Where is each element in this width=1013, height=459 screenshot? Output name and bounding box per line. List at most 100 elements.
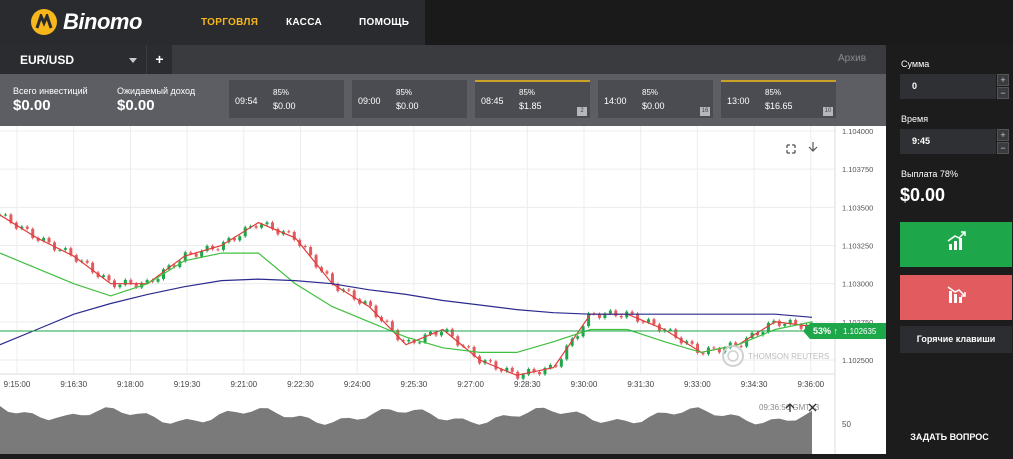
moving-average-line: [0, 214, 813, 376]
amount-decrement-button[interactable]: −: [997, 87, 1009, 99]
deal-amount: $16.65: [765, 101, 793, 111]
call-up-button[interactable]: [900, 222, 1012, 267]
deal-amount: $0.00: [642, 101, 665, 111]
deal-card[interactable]: 13:00 85% $16.65 10: [721, 80, 836, 118]
candle-body: [216, 249, 220, 251]
candle-body: [608, 310, 612, 314]
oscillator-area: [0, 406, 812, 454]
candle-body: [129, 279, 133, 284]
candle-body: [712, 347, 716, 349]
x-tick-label: 9:25:30: [401, 380, 428, 389]
download-icon[interactable]: [808, 142, 818, 152]
candle-body: [450, 329, 454, 337]
deal-card[interactable]: 08:45 85% $1.85 2: [475, 80, 590, 118]
candle-body: [576, 336, 580, 339]
time-input[interactable]: 9:45: [900, 129, 996, 154]
x-tick-label: 9:28:30: [514, 380, 541, 389]
candle-body: [423, 334, 427, 343]
current-price-value: 1.102635: [843, 327, 877, 336]
deal-amount: $0.00: [396, 101, 419, 111]
oscillator-svg: 50 09:36:56 GMT+3: [0, 394, 851, 454]
thomson-reuters-watermark: THOMSON REUTERS: [722, 345, 829, 367]
x-tick-label: 9:22:30: [287, 380, 314, 389]
candle-body: [118, 284, 122, 288]
deal-time: 08:45: [481, 96, 504, 106]
candle-body: [668, 329, 672, 331]
time-decrement-button[interactable]: −: [997, 142, 1009, 154]
deal-percent: 85%: [642, 88, 659, 97]
ask-question-button[interactable]: ЗАДАТЬ ВОПРОС: [886, 421, 1013, 454]
y-tick-label: 1.103250: [842, 242, 873, 251]
x-tick-label: 9:34:30: [741, 380, 768, 389]
deal-card[interactable]: 09:54 85% $0.00: [229, 80, 344, 118]
candle-body: [630, 311, 634, 314]
candle-body: [494, 361, 498, 370]
candle-body: [385, 320, 389, 322]
candle-body: [739, 345, 743, 347]
candle-body: [783, 323, 787, 326]
deal-amount: $1.85: [519, 101, 542, 111]
candle-body: [777, 320, 781, 326]
fullscreen-icon[interactable]: [786, 144, 796, 154]
candle-body: [369, 301, 373, 306]
oscillator-panel[interactable]: 50 09:36:56 GMT+3: [0, 394, 886, 454]
trade-sidebar: Сумма 0 + − Время 9:45 + − Выплата 78% $…: [886, 45, 1013, 454]
asset-selector[interactable]: EUR/USD: [0, 45, 146, 74]
nav-help[interactable]: ПОМОЩЬ: [359, 17, 409, 28]
nav-trading[interactable]: ТОРГОВЛЯ: [201, 17, 258, 28]
nav-cashier[interactable]: КАССА: [286, 17, 322, 28]
y-tick-label: 1.104000: [842, 127, 873, 136]
deal-amount: $0.00: [273, 101, 296, 111]
percent-badge: 53% ↑: [813, 326, 838, 336]
candle-body: [538, 372, 542, 375]
candle-body: [3, 214, 7, 216]
candle-body: [156, 279, 160, 282]
candle-body: [521, 374, 525, 379]
x-tick-label: 9:21:00: [230, 380, 257, 389]
candle-body: [303, 245, 307, 248]
x-tick-label: 9:30:00: [571, 380, 598, 389]
price-badge: 53% ↑ 1.102635: [803, 323, 886, 339]
time-increment-button[interactable]: +: [997, 129, 1009, 141]
y-tick-label: 1.103000: [842, 280, 873, 289]
archive-link[interactable]: Архив: [838, 53, 866, 64]
x-tick-label: 9:31:30: [627, 380, 654, 389]
x-axis-ticks: 9:15:00 9:16:30 9:18:00 9:19:30 9:21:00 9:22:…: [4, 380, 825, 389]
x-tick-label: 9:18:00: [117, 380, 144, 389]
asset-tab-bar: EUR/USD + Архив: [0, 45, 886, 74]
trend-up-icon: [947, 231, 966, 250]
top-navigation: Binomo ТОРГОВЛЯ КАССА ПОМОЩЬ: [0, 0, 425, 45]
price-chart-svg[interactable]: 1.104000 1.103750 1.103500 1.103250 1.103000…: [0, 126, 886, 394]
candle-body: [527, 368, 531, 375]
amount-increment-button[interactable]: +: [997, 74, 1009, 86]
deal-card[interactable]: 09:00 85% $0.00: [352, 80, 467, 118]
x-tick-label: 9:15:00: [4, 380, 31, 389]
amount-input[interactable]: 0: [900, 74, 996, 99]
candle-body: [407, 339, 411, 342]
expected-income-label: Ожидаемый доход: [117, 86, 196, 96]
candle-body: [418, 342, 422, 344]
hotkeys-button[interactable]: Горячие клавиши: [900, 326, 1012, 353]
watermark-text: THOMSON REUTERS: [748, 352, 829, 361]
price-chart[interactable]: 1.104000 1.103750 1.103500 1.103250 1.103000…: [0, 126, 886, 394]
candle-body: [107, 275, 111, 281]
total-investment-label: Всего инвестиций: [13, 86, 88, 96]
deal-card[interactable]: 14:00 85% $0.00 16: [598, 80, 713, 118]
put-down-button[interactable]: [900, 275, 1012, 320]
deal-time: 09:54: [235, 96, 258, 106]
moving-average-line: [0, 278, 813, 346]
candle-body: [652, 319, 656, 325]
add-asset-tab-button[interactable]: +: [146, 45, 172, 74]
oscillator-level: 50: [842, 420, 851, 429]
candle-body: [347, 289, 351, 291]
chevron-down-icon[interactable]: [129, 58, 137, 63]
candle-body: [439, 332, 443, 336]
x-tick-label: 9:33:00: [684, 380, 711, 389]
moving-average-lines: [0, 214, 813, 376]
payout-label: Выплата 78%: [901, 169, 958, 179]
time-label: Время: [901, 114, 929, 124]
candlesticks: [0, 213, 814, 381]
x-tick-label: 9:19:30: [174, 380, 201, 389]
deal-percent: 85%: [765, 88, 782, 97]
investment-summary-bar: Всего инвестиций $0.00 Ожидаемый доход $…: [0, 74, 886, 126]
